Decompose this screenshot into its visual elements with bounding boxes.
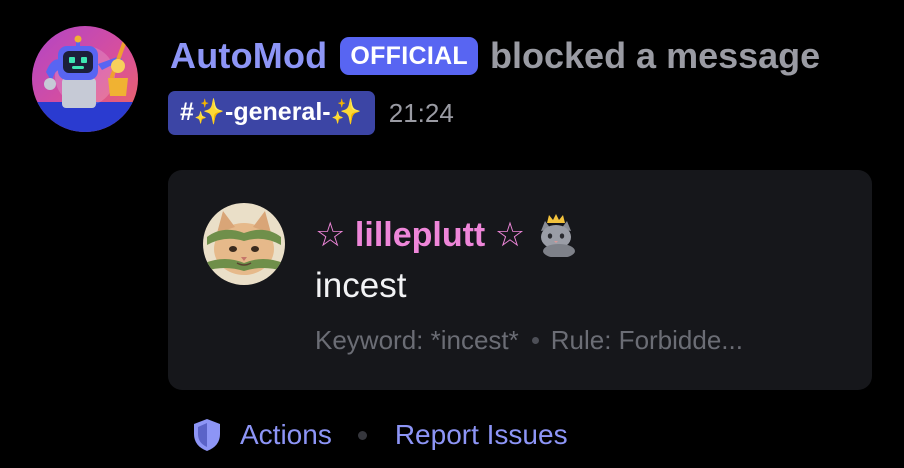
message-subheader: #✨-general-✨ 21:24 <box>168 88 454 138</box>
message-header: AutoMod OFFICIAL blocked a message <box>170 30 820 82</box>
separator-dot <box>357 430 367 440</box>
user-avatar[interactable] <box>203 203 285 285</box>
cat-with-crown-emoji-icon <box>541 214 576 257</box>
separator-dot <box>531 336 539 344</box>
cat-avatar-icon <box>203 203 285 285</box>
block-details: Keyword: *incest* Rule: Forbidde... <box>315 322 743 358</box>
automod-footer: Actions Report Issues <box>192 414 568 456</box>
shield-icon[interactable] <box>192 418 222 452</box>
channel-mention[interactable]: #✨-general-✨ <box>168 91 375 135</box>
official-badge: OFFICIAL <box>340 37 479 75</box>
actions-link[interactable]: Actions <box>240 419 332 451</box>
automod-robot-icon <box>32 26 138 132</box>
report-issues-link[interactable]: Report Issues <box>395 419 568 451</box>
action-text: blocked a message <box>490 35 821 76</box>
keyword-text: Keyword: *incest* <box>315 324 519 355</box>
automod-avatar[interactable] <box>32 26 138 132</box>
blocked-message-content: incest <box>315 266 407 305</box>
blocked-username[interactable]: ☆ lilleplutt ☆ <box>315 215 525 255</box>
blocked-author-line: ☆ lilleplutt ☆ <box>315 210 577 260</box>
rule-text[interactable]: Rule: Forbidde... <box>551 325 743 356</box>
automod-message: AutoMod OFFICIAL blocked a message #✨-ge… <box>0 0 904 468</box>
blocked-message-card: ☆ lilleplutt ☆ incest Keyword: *incest* … <box>168 170 872 390</box>
author-name[interactable]: AutoMod <box>170 35 327 77</box>
timestamp[interactable]: 21:24 <box>389 98 454 129</box>
